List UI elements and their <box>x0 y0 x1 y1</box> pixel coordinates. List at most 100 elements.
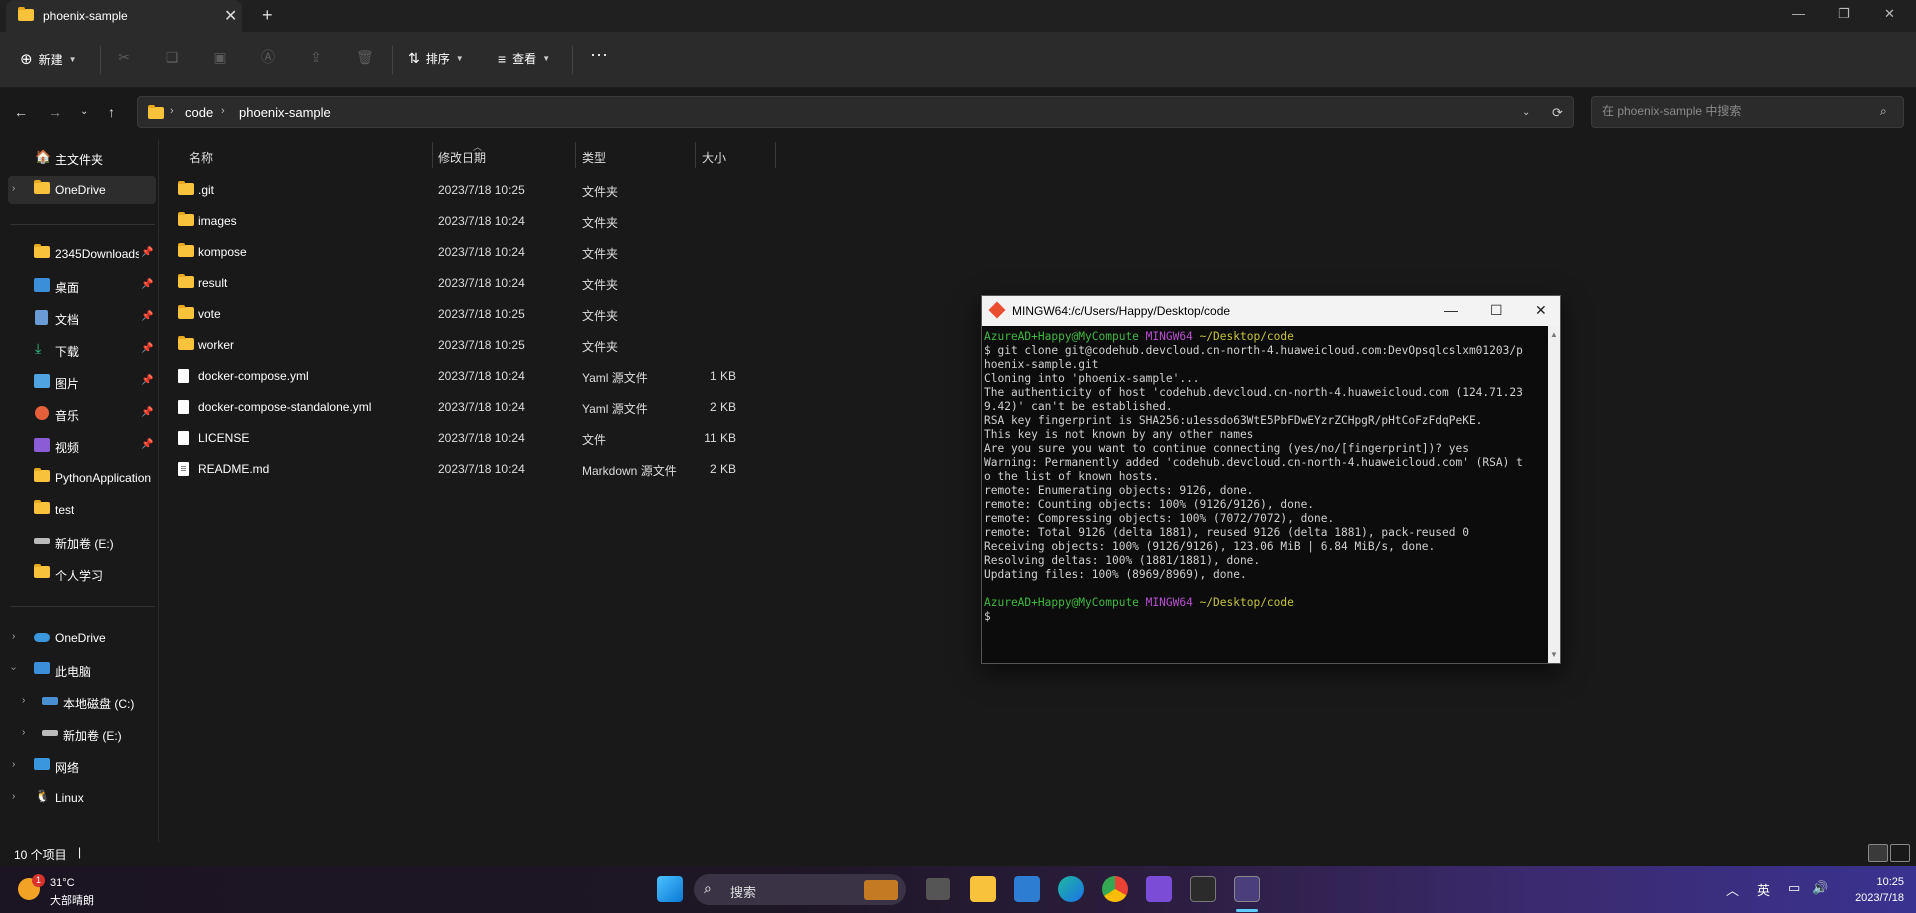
chevron-right-icon[interactable]: › <box>22 727 25 738</box>
copy-icon[interactable]: ❏ <box>164 49 180 65</box>
file-row[interactable]: README.md 2023/7/18 10:24 Markdown 源文件 2 KB <box>170 453 780 484</box>
start-icon[interactable] <box>657 876 683 902</box>
sidebar-item-test[interactable]: test <box>0 496 158 524</box>
more-options-icon[interactable]: ··· <box>590 44 608 65</box>
store-icon[interactable] <box>1014 876 1040 902</box>
chevron-right-icon[interactable]: › <box>12 183 15 194</box>
sort-button[interactable]: ⇅ 排序 ▼ <box>408 50 464 67</box>
pane-divider[interactable] <box>158 140 159 842</box>
file-row[interactable]: worker 2023/7/18 10:25 文件夹 <box>170 329 780 360</box>
up-icon[interactable]: ↑ <box>108 104 115 120</box>
sidebar-item-drive-e[interactable]: 新加卷 (E:) <box>0 528 158 556</box>
search-input[interactable] <box>1602 104 1872 118</box>
git-bash-icon[interactable] <box>1234 876 1260 902</box>
back-icon[interactable]: ← <box>14 104 28 120</box>
column-type[interactable]: 类型 <box>582 149 606 166</box>
sidebar-item-downloads[interactable]: ⤓ 下载 📌 <box>0 336 158 364</box>
task-view-icon[interactable] <box>926 878 950 900</box>
column-separator[interactable] <box>775 142 776 168</box>
column-size[interactable]: 大小 <box>702 149 726 166</box>
taskbar-search[interactable]: ⌕ 搜索 <box>694 874 906 905</box>
file-row[interactable]: .git 2023/7/18 10:25 文件夹 <box>170 174 780 205</box>
scroll-up-icon[interactable]: ▲ <box>1550 330 1558 339</box>
clock[interactable]: 10:25 2023/7/18 <box>1838 874 1904 906</box>
volume-icon[interactable]: 🔊 <box>1812 880 1828 896</box>
file-row[interactable]: docker-compose-standalone.yml 2023/7/18 1… <box>170 391 780 422</box>
terminal-window[interactable]: MINGW64:/c/Users/Happy/Desktop/code — ☐ … <box>981 295 1561 664</box>
chevron-down-icon[interactable]: › <box>8 667 19 670</box>
forward-icon[interactable]: → <box>48 104 62 120</box>
column-separator[interactable] <box>575 142 576 168</box>
share-icon[interactable]: ⇪ <box>308 49 324 65</box>
maximize-icon[interactable]: ❐ <box>1838 6 1850 22</box>
close-window-icon[interactable]: ✕ <box>1884 6 1895 22</box>
minimize-icon[interactable]: — <box>1792 6 1805 21</box>
network-status-icon[interactable]: ▭ <box>1788 880 1800 896</box>
sidebar-item-desktop[interactable]: 桌面 📌 <box>0 272 158 300</box>
file-row[interactable]: LICENSE 2023/7/18 10:24 文件 11 KB <box>170 422 780 453</box>
new-tab-button[interactable]: + <box>262 5 273 26</box>
rename-icon[interactable]: Ⓐ <box>260 49 276 65</box>
terminal-output[interactable]: AzureAD+Happy@MyCompute MINGW64 ~/Deskto… <box>984 330 1544 624</box>
recent-locations-icon[interactable]: ⌄ <box>80 106 88 117</box>
refresh-icon[interactable]: ⟳ <box>1552 105 1563 121</box>
column-name[interactable]: 名称 <box>189 149 213 166</box>
ime-indicator[interactable]: 英 <box>1757 880 1770 899</box>
delete-icon[interactable]: 🗑 <box>356 49 374 65</box>
file-row[interactable]: kompose 2023/7/18 10:24 文件夹 <box>170 236 780 267</box>
large-icons-view-icon[interactable] <box>1890 844 1910 862</box>
close-tab-icon[interactable]: ✕ <box>224 6 237 26</box>
chevron-up-icon[interactable]: ︿ <box>1726 880 1739 899</box>
visual-studio-icon[interactable] <box>1146 876 1172 902</box>
breadcrumb-code[interactable]: code <box>185 105 213 120</box>
file-row[interactable]: docker-compose.yml 2023/7/18 10:24 Yaml 源文… <box>170 360 780 391</box>
close-icon[interactable]: ✕ <box>1535 302 1547 319</box>
edge-icon[interactable] <box>1058 876 1084 902</box>
sidebar-item-pictures[interactable]: 图片 📌 <box>0 368 158 396</box>
file-row[interactable]: vote 2023/7/18 10:25 文件夹 <box>170 298 780 329</box>
terminal-scrollbar[interactable]: ▲ ▼ <box>1548 326 1560 663</box>
sidebar-item-personal-study[interactable]: 个人学习 <box>0 560 158 588</box>
sidebar-item-this-pc[interactable]: › 此电脑 <box>0 656 158 684</box>
sidebar-item-drive-e-tree[interactable]: › 新加卷 (E:) <box>0 720 158 748</box>
chrome-icon[interactable] <box>1102 876 1128 902</box>
sidebar-item-onedrive-cloud[interactable]: › OneDrive <box>0 624 158 652</box>
address-dropdown-icon[interactable]: ⌄ <box>1522 107 1530 118</box>
sidebar-item-pythonapplication[interactable]: PythonApplication <box>0 464 158 492</box>
chevron-right-icon[interactable]: › <box>12 791 15 802</box>
address-bar[interactable]: › code › phoenix-sample ⌄ ⟳ <box>137 96 1574 128</box>
breadcrumb-phoenix-sample[interactable]: phoenix-sample <box>239 105 331 120</box>
chevron-right-icon[interactable]: › <box>12 759 15 770</box>
sidebar-item-documents[interactable]: 文档 📌 <box>0 304 158 332</box>
chevron-right-icon[interactable]: › <box>22 695 25 706</box>
maximize-icon[interactable]: ☐ <box>1490 302 1503 319</box>
chevron-right-icon[interactable]: › <box>12 631 15 642</box>
column-separator[interactable] <box>432 142 433 168</box>
chevron-right-icon[interactable]: › <box>170 105 174 117</box>
terminal-input-line[interactable]: $ <box>984 610 1544 624</box>
search-box[interactable]: ⌕ <box>1591 96 1904 128</box>
column-date[interactable]: 修改日期 <box>438 149 486 166</box>
paste-icon[interactable]: ▣ <box>212 49 228 65</box>
terminal-title-bar[interactable]: MINGW64:/c/Users/Happy/Desktop/code — ☐ … <box>982 296 1560 326</box>
chevron-right-icon[interactable]: › <box>221 105 225 117</box>
file-row[interactable]: result 2023/7/18 10:24 文件夹 <box>170 267 780 298</box>
file-explorer-icon[interactable] <box>970 876 996 902</box>
sidebar-item-linux[interactable]: › 🐧 Linux <box>0 784 158 812</box>
minimize-icon[interactable]: — <box>1444 302 1458 318</box>
cut-icon[interactable]: ✂ <box>116 49 132 65</box>
sidebar-item-home[interactable]: 🏠 主文件夹 <box>0 144 158 172</box>
view-button[interactable]: ≡ 查看 ▼ <box>498 50 550 67</box>
sidebar-item-onedrive[interactable]: › OneDrive <box>8 176 156 204</box>
new-button[interactable]: ⊕ 新建 ▼ <box>20 50 77 68</box>
details-view-icon[interactable] <box>1868 844 1888 862</box>
search-icon[interactable]: ⌕ <box>1880 104 1887 119</box>
file-row[interactable]: images 2023/7/18 10:24 文件夹 <box>170 205 780 236</box>
scroll-down-icon[interactable]: ▼ <box>1550 650 1558 659</box>
sidebar-item-videos[interactable]: 视频 📌 <box>0 432 158 460</box>
sidebar-item-2345downloads[interactable]: 2345Downloads 📌 <box>0 240 158 268</box>
column-separator[interactable] <box>695 142 696 168</box>
sidebar-item-network[interactable]: › 网络 <box>0 752 158 780</box>
terminal-app-icon[interactable] <box>1190 876 1216 902</box>
tab-phoenix-sample[interactable]: phoenix-sample ✕ <box>6 0 242 32</box>
